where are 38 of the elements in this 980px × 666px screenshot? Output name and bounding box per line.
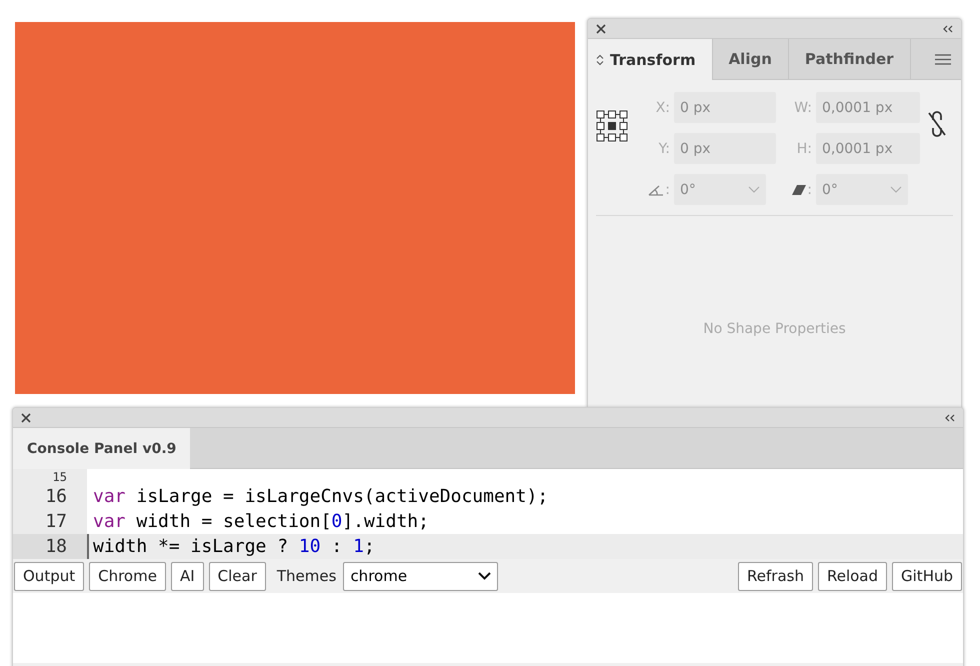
code-line: width *= isLarge ? 10 : 1; (93, 536, 375, 557)
toolbar-button[interactable]: Output (14, 562, 84, 590)
expand-collapse-icon (596, 54, 604, 66)
chevron-down-icon (890, 186, 902, 193)
toolbar-button[interactable]: AI (170, 562, 204, 590)
code-line: var width = selection[0].width; (93, 511, 429, 532)
chevron-down-icon (478, 572, 492, 580)
line-number: 16 (45, 486, 67, 507)
field-label: : (807, 182, 812, 198)
themes-label: Themes (276, 567, 336, 585)
line-number: 15 (52, 470, 67, 484)
toolbar-button[interactable]: Chrome (89, 562, 166, 590)
field-label: : (665, 182, 670, 198)
field-label: Y: (658, 140, 670, 156)
empty-state-message: No Shape Properties (702, 321, 847, 337)
menu-icon[interactable] (935, 54, 951, 64)
close-icon[interactable] (21, 412, 31, 422)
toolbar-button[interactable]: Clear (208, 562, 266, 590)
collapse-icon[interactable] (942, 24, 953, 32)
chevron-down-icon (748, 186, 760, 193)
field-label: W: (794, 100, 812, 116)
close-icon[interactable] (596, 24, 606, 34)
toolbar-button[interactable]: Refrash (738, 562, 813, 590)
line-number: 17 (45, 511, 67, 532)
panel-tab[interactable]: Transform (588, 39, 713, 80)
field-label: H: (796, 140, 812, 156)
console-tab[interactable]: Console Panel v0.9 (13, 428, 190, 469)
collapse-icon[interactable] (944, 414, 955, 422)
reference-point-icon[interactable] (596, 110, 628, 142)
toolbar-button[interactable]: GitHub (892, 562, 962, 590)
theme-dropdown[interactable]: chrome (343, 562, 498, 590)
code-line: var isLarge = isLargeCnvs(activeDocument); (93, 486, 548, 507)
unlink-icon[interactable] (926, 110, 948, 138)
line-number: 18 (45, 536, 67, 557)
field-label: X: (656, 100, 670, 116)
angle-icon (648, 184, 664, 196)
shear-icon (792, 184, 806, 196)
toolbar-button[interactable]: Reload (818, 562, 888, 590)
